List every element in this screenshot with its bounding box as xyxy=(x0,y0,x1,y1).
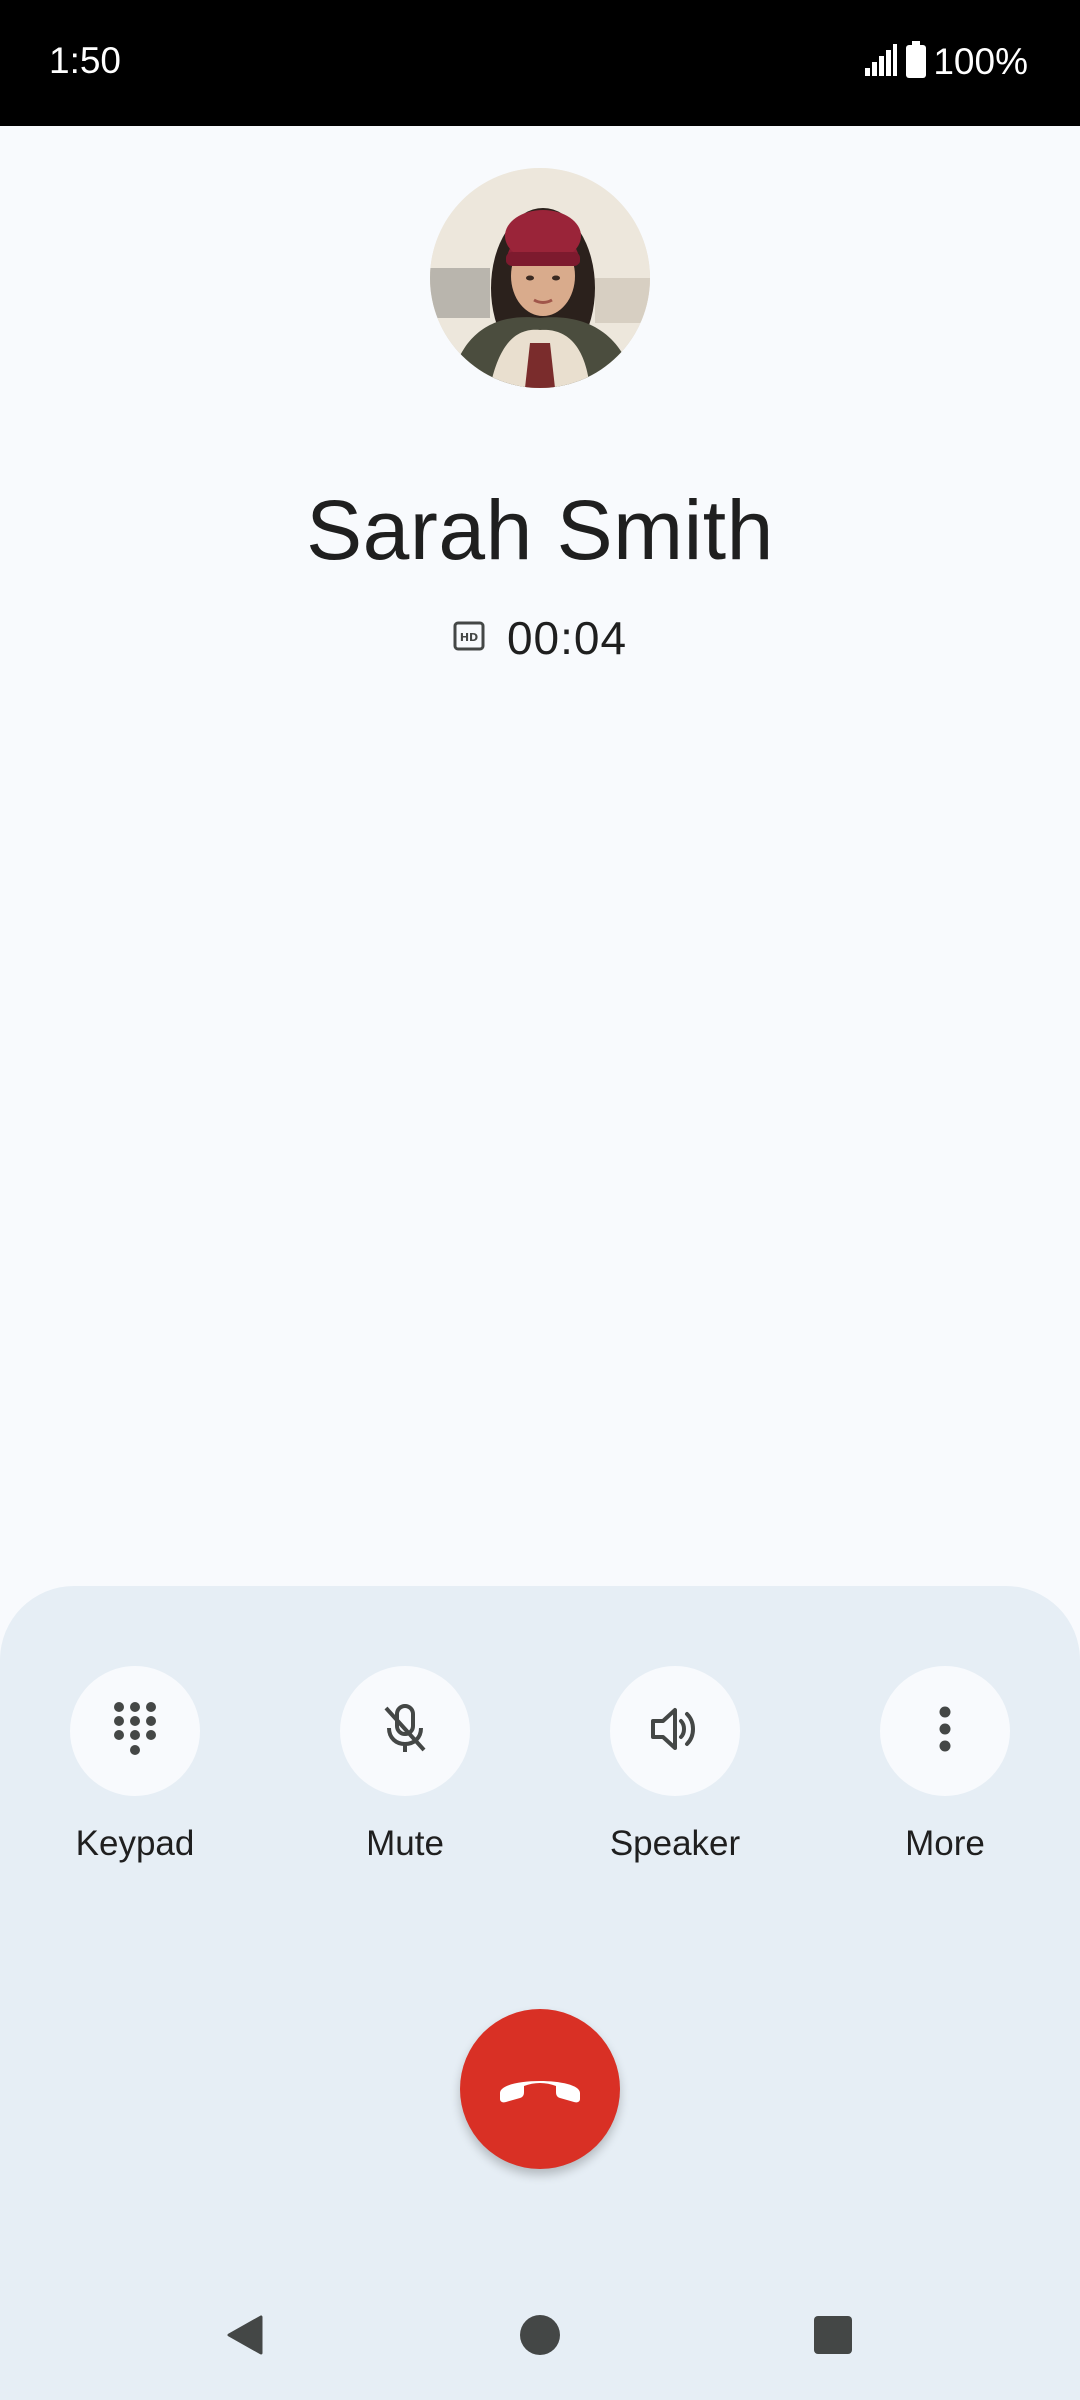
call-controls-sheet: Keypad Mute Speaker More xyxy=(0,1586,1080,2400)
mute-label: Mute xyxy=(366,1824,444,1863)
status-bar: 1:50 100% xyxy=(0,0,1080,126)
status-icons: 100% xyxy=(863,40,1028,84)
more-button-circle[interactable] xyxy=(880,1666,1010,1796)
speaker-button[interactable]: Speaker xyxy=(575,1666,775,1866)
contact-avatar xyxy=(430,168,650,388)
keypad-button-circle[interactable] xyxy=(70,1666,200,1796)
battery-percent: 100% xyxy=(933,41,1028,82)
home-button[interactable] xyxy=(515,2312,565,2362)
keypad-button[interactable]: Keypad xyxy=(35,1666,235,1866)
back-button[interactable] xyxy=(220,2312,270,2362)
keypad-label: Keypad xyxy=(75,1824,195,1863)
dialpad-icon xyxy=(111,1699,159,1764)
in-call-screen: 1:50 100% Sarah Smith HD 00:04 Keypad Mu… xyxy=(0,0,1080,2400)
signal-icon xyxy=(863,42,899,83)
end-call-button[interactable] xyxy=(460,2009,620,2169)
speaker-button-circle[interactable] xyxy=(610,1666,740,1796)
navigation-bar xyxy=(0,2300,1080,2400)
call-info: HD 00:04 xyxy=(0,608,1080,668)
speaker-icon xyxy=(649,1705,701,1758)
status-time: 1:50 xyxy=(49,40,122,81)
more-label: More xyxy=(905,1824,985,1863)
more-button[interactable]: More xyxy=(845,1666,1045,1866)
mic-off-icon xyxy=(380,1702,430,1761)
call-duration: 00:04 xyxy=(506,612,628,664)
back-icon xyxy=(223,2313,267,2362)
battery-icon xyxy=(905,40,927,84)
speaker-label: Speaker xyxy=(609,1824,741,1863)
contact-name: Sarah Smith xyxy=(306,483,774,577)
mute-button[interactable]: Mute xyxy=(305,1666,505,1866)
recents-button[interactable] xyxy=(808,2312,858,2362)
recents-icon xyxy=(813,2315,853,2360)
call-end-icon xyxy=(494,2067,586,2112)
hd-icon: HD xyxy=(453,620,485,657)
home-icon xyxy=(518,2313,562,2362)
more-vert-icon xyxy=(938,1705,952,1758)
svg-text:HD: HD xyxy=(460,631,478,644)
mute-button-circle[interactable] xyxy=(340,1666,470,1796)
